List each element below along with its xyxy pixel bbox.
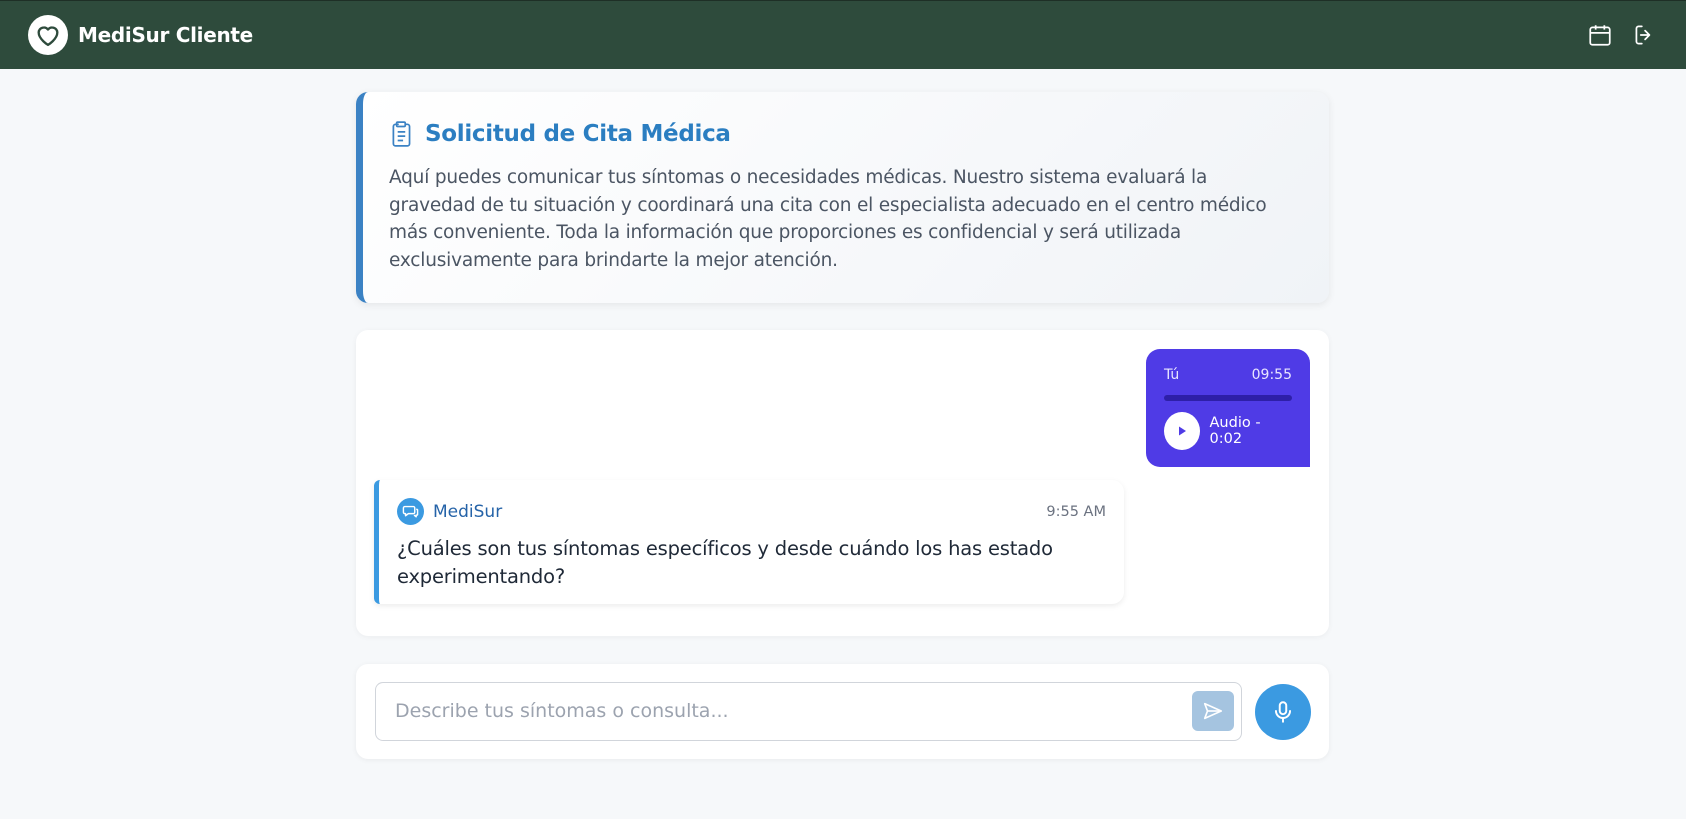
bot-message: MediSur 9:55 AM ¿Cuáles son tus síntomas… xyxy=(374,480,1124,604)
play-button[interactable] xyxy=(1164,412,1200,450)
message-time: 9:55 AM xyxy=(1046,503,1106,520)
logout-button[interactable] xyxy=(1630,21,1658,49)
audio-progress-bar[interactable] xyxy=(1164,395,1292,401)
calendar-icon xyxy=(1589,25,1611,46)
top-navbar: MediSur Cliente xyxy=(0,0,1686,69)
info-description: Aquí puedes comunicar tus síntomas o nec… xyxy=(389,167,1267,271)
calendar-button[interactable] xyxy=(1586,21,1614,49)
chat-bubble-icon xyxy=(397,498,424,525)
message-input[interactable] xyxy=(376,683,1176,739)
audio-label: Audio - 0:02 xyxy=(1209,415,1261,447)
message-sender: MediSur xyxy=(433,501,503,522)
message-time: 09:55 xyxy=(1251,367,1292,383)
clipboard-icon xyxy=(392,121,411,147)
composer xyxy=(356,664,1329,759)
info-title: Solicitud de Cita Médica xyxy=(425,121,731,147)
brand-name: MediSur Cliente xyxy=(78,23,253,47)
chat-panel: Tú 09:55 Audio - 0:02 MediSur 9:55 AM ¿C… xyxy=(356,330,1329,636)
microphone-icon xyxy=(1274,701,1292,723)
message-sender: Tú xyxy=(1164,367,1180,383)
send-icon xyxy=(1203,702,1223,720)
send-button[interactable] xyxy=(1192,691,1234,731)
user-audio-message: Tú 09:55 Audio - 0:02 xyxy=(1146,349,1310,467)
info-card: Solicitud de Cita Médica Aquí puedes com… xyxy=(356,92,1329,303)
message-input-box xyxy=(375,682,1242,741)
play-icon xyxy=(1178,426,1186,436)
heart-icon xyxy=(28,15,68,55)
microphone-button[interactable] xyxy=(1255,684,1311,740)
message-text: ¿Cuáles son tus síntomas específicos y d… xyxy=(397,537,1053,588)
brand[interactable]: MediSur Cliente xyxy=(28,15,253,55)
logout-icon xyxy=(1635,25,1651,45)
